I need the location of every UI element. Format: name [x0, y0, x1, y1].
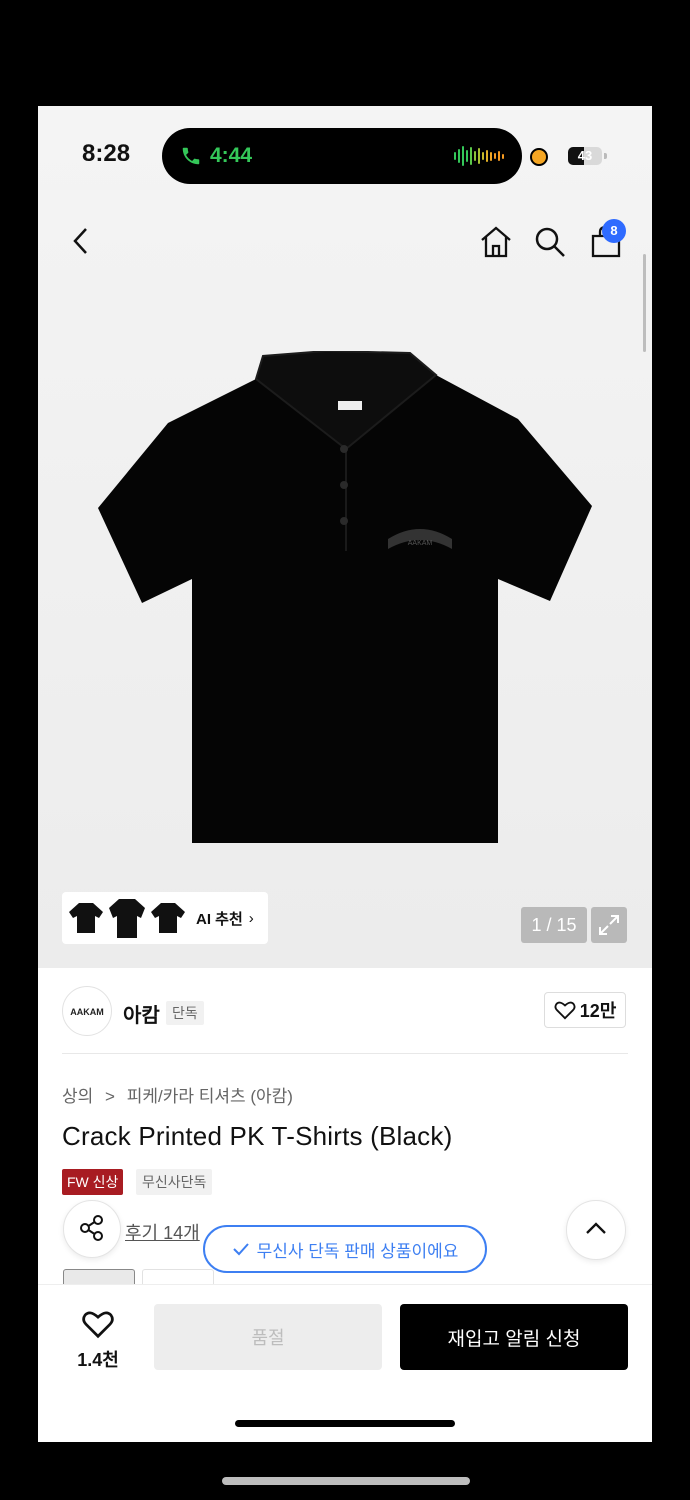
call-duration: 4:44: [210, 144, 253, 167]
breadcrumb-subcategory[interactable]: 피케/카라 티셔츠 (아캄): [127, 1087, 293, 1106]
search-button[interactable]: [532, 224, 568, 263]
divider: [62, 1053, 628, 1054]
toast-text: 무신사 단독 판매 상품이에요: [256, 1241, 459, 1261]
product-image: AAKAM: [98, 351, 592, 843]
shirt-print-text: AAKAM: [408, 540, 433, 547]
audio-wave-icon: [454, 146, 504, 166]
wishlist-count: 1.4천: [77, 1350, 119, 1370]
back-icon: [73, 228, 87, 254]
fw-new-tag: FW 신상: [62, 1169, 124, 1195]
chevron-right-icon: ›: [248, 909, 254, 927]
brand-like-count: 12만: [579, 1001, 617, 1021]
app-screen: AAKAM AI 추천 › 1 / 15 8:28 4:44 43 8 AAKA…: [38, 106, 652, 1442]
check-icon: [232, 1243, 249, 1256]
wishlist-button[interactable]: 1.4천: [68, 1309, 128, 1372]
search-icon: [535, 227, 565, 257]
expand-icon: [599, 915, 619, 935]
restock-alert-button[interactable]: 재입고 알림 신청: [400, 1304, 628, 1370]
home-indicator[interactable]: [235, 1420, 455, 1427]
outer-home-indicator: [222, 1477, 470, 1485]
expand-button[interactable]: [591, 907, 627, 943]
battery-level: 43: [577, 148, 593, 163]
brand-name[interactable]: 아캄: [123, 999, 160, 1028]
exclusive-tag: 단독: [166, 1001, 204, 1025]
share-icon: [80, 1214, 103, 1241]
brand-logo[interactable]: AAKAM: [62, 986, 112, 1036]
chevron-up-icon: [586, 1221, 606, 1234]
soldout-button[interactable]: 품절: [154, 1304, 382, 1370]
share-button[interactable]: [63, 1200, 121, 1258]
musinsa-exclusive-tag: 무신사단독: [136, 1169, 213, 1195]
home-button[interactable]: [478, 224, 514, 263]
home-icon: [481, 226, 511, 258]
breadcrumb: 상의 > 피케/카라 티셔츠 (아캄): [62, 1082, 293, 1107]
heart-icon: [554, 1001, 576, 1020]
breadcrumb-separator: >: [105, 1087, 115, 1106]
image-pager: 1 / 15: [521, 907, 587, 943]
exclusive-toast: 무신사 단독 판매 상품이에요: [203, 1225, 487, 1273]
recommend-thumb-1: [69, 903, 103, 933]
battery-cap: [604, 153, 607, 159]
product-title: Crack Printed PK T-Shirts (Black): [62, 1121, 453, 1151]
recommend-thumb-3: [151, 903, 185, 933]
battery-icon: 43: [568, 147, 602, 165]
scrollbar[interactable]: [643, 254, 646, 352]
scroll-top-button[interactable]: [566, 1200, 626, 1260]
status-time: 8:28: [82, 140, 131, 167]
brand-like-button[interactable]: 12만: [544, 992, 626, 1028]
heart-icon: [82, 1311, 114, 1339]
dynamic-island[interactable]: 4:44: [162, 128, 522, 184]
ai-recommend-card[interactable]: AI 추천 ›: [62, 892, 268, 944]
reviews-link[interactable]: 후기 14개: [125, 1219, 200, 1245]
breadcrumb-category[interactable]: 상의: [62, 1087, 93, 1106]
phone-icon: [182, 147, 200, 165]
back-button[interactable]: [66, 224, 96, 261]
privacy-indicator: [530, 148, 548, 166]
cart-count-badge: 8: [602, 219, 626, 243]
ai-recommend-label: AI 추천: [196, 910, 243, 928]
recommend-thumb-2: [109, 899, 145, 938]
